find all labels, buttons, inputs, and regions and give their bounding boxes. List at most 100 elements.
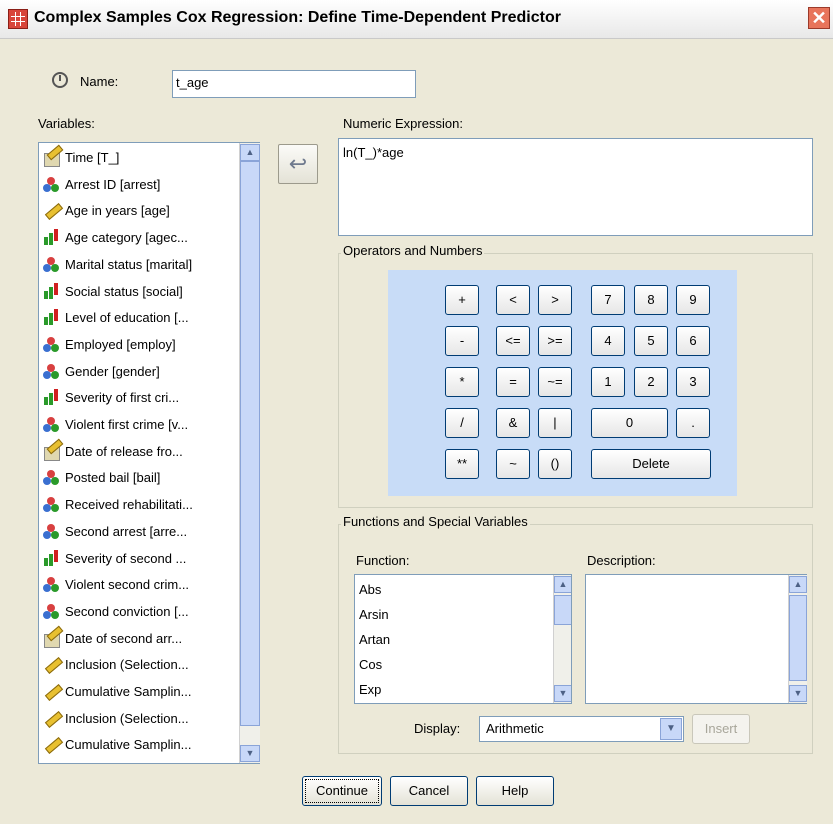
move-to-expression-button[interactable]: ↩	[278, 144, 318, 184]
scale-icon	[43, 710, 61, 726]
ordinal-icon	[43, 283, 61, 299]
variable-item[interactable]: Employed [employ]	[43, 334, 176, 356]
scroll-thumb[interactable]	[240, 161, 260, 726]
variable-item[interactable]: Social status [social]	[43, 281, 183, 303]
function-scrollbar[interactable]: ▲ ▼	[553, 575, 571, 703]
variables-scrollbar[interactable]: ▲ ▼	[239, 143, 260, 763]
help-button[interactable]: Help	[476, 776, 554, 806]
key-not-equal-button[interactable]: ~=	[538, 367, 572, 397]
variable-label: Date of second arr...	[65, 630, 183, 646]
key-0-button[interactable]: 0	[591, 408, 668, 438]
key-decimal-button[interactable]: .	[676, 408, 710, 438]
function-item[interactable]: Abs	[359, 579, 381, 601]
variable-label: Age in years [age]	[65, 203, 170, 219]
key-7-button[interactable]: 7	[591, 285, 625, 315]
key-not-button[interactable]: ~	[496, 449, 530, 479]
display-label: Display:	[414, 721, 461, 736]
variable-label: Marital status [marital]	[65, 256, 193, 272]
key-and-button[interactable]: &	[496, 408, 530, 438]
chevron-down-icon[interactable]: ▼	[660, 718, 682, 740]
display-dropdown[interactable]: Arithmetic ▼	[479, 716, 684, 742]
scroll-thumb[interactable]	[789, 595, 807, 681]
spss-table-icon	[8, 9, 28, 29]
variable-item[interactable]: Second conviction [...	[43, 601, 189, 623]
function-item[interactable]: Exp	[359, 679, 381, 701]
variable-label: Inclusion (Selection...	[65, 710, 189, 726]
nominal-icon	[43, 576, 61, 593]
scroll-down-icon[interactable]: ▼	[789, 685, 807, 702]
key-power-button[interactable]: **	[445, 449, 479, 479]
variable-label: Level of education [...	[65, 310, 189, 326]
key-plus-button[interactable]: +	[445, 285, 479, 315]
variable-item[interactable]: Violent first crime [v...	[43, 414, 188, 436]
operators-group-label: Operators and Numbers	[341, 243, 485, 258]
variable-item[interactable]: Cumulative Samplin...	[43, 734, 191, 756]
variable-item[interactable]: Posted bail [bail]	[43, 467, 160, 489]
function-list[interactable]: Abs Arsin Artan Cos Exp ▲ ▼	[354, 574, 572, 704]
key-8-button[interactable]: 8	[634, 285, 668, 315]
variable-item[interactable]: Age in years [age]	[43, 200, 170, 222]
key-divide-button[interactable]: /	[445, 408, 479, 438]
insert-button[interactable]: Insert	[692, 714, 750, 744]
key-or-button[interactable]: |	[538, 408, 572, 438]
variable-label: Second conviction [...	[65, 603, 189, 619]
variable-item[interactable]: Level of education [...	[43, 307, 189, 329]
continue-button[interactable]: Continue	[302, 776, 382, 806]
variable-label: Cumulative Samplin...	[65, 737, 192, 753]
description-scrollbar[interactable]: ▲ ▼	[788, 575, 807, 703]
scroll-up-icon[interactable]: ▲	[240, 144, 260, 161]
key-parentheses-button[interactable]: ()	[538, 449, 572, 479]
key-multiply-button[interactable]: *	[445, 367, 479, 397]
key-2-button[interactable]: 2	[634, 367, 668, 397]
close-button[interactable]: ✕	[808, 7, 830, 29]
key-greater-equal-button[interactable]: >=	[538, 326, 572, 356]
key-5-button[interactable]: 5	[634, 326, 668, 356]
variable-item[interactable]: Cumulative Samplin...	[43, 681, 191, 703]
clock-icon	[52, 72, 68, 88]
variable-item[interactable]: Severity of second ...	[43, 548, 186, 570]
scroll-up-icon[interactable]: ▲	[789, 576, 807, 593]
variable-item[interactable]: Time [T_]	[43, 147, 119, 169]
key-greater-than-button[interactable]: >	[538, 285, 572, 315]
variable-item[interactable]: Date of release fro...	[43, 441, 183, 463]
variable-label: Severity of first cri...	[65, 390, 180, 406]
variables-list[interactable]: Time [T_] Arrest ID [arrest] Age in years …	[38, 142, 260, 764]
key-less-equal-button[interactable]: <=	[496, 326, 530, 356]
variable-item[interactable]: Inclusion (Selection...	[43, 654, 189, 676]
variable-item[interactable]: Violent second crim...	[43, 574, 189, 596]
variable-item[interactable]: Marital status [marital]	[43, 254, 192, 276]
function-item[interactable]: Artan	[359, 629, 390, 651]
variable-label: Social status [social]	[65, 283, 183, 299]
variable-item[interactable]: Second arrest [arre...	[43, 521, 187, 543]
variable-item[interactable]: Inclusion (Selection...	[43, 708, 189, 730]
scroll-down-icon[interactable]: ▼	[240, 745, 260, 762]
key-1-button[interactable]: 1	[591, 367, 625, 397]
variable-item[interactable]: Severity of first cri...	[43, 387, 179, 409]
expression-textarea[interactable]: ln(T_)*age	[338, 138, 813, 236]
key-equals-button[interactable]: =	[496, 367, 530, 397]
description-label: Description:	[587, 553, 656, 568]
key-delete-button[interactable]: Delete	[591, 449, 711, 479]
nominal-icon	[43, 416, 61, 432]
scroll-down-icon[interactable]: ▼	[554, 685, 571, 702]
cancel-button[interactable]: Cancel	[390, 776, 468, 806]
variable-item[interactable]: Arrest ID [arrest]	[43, 174, 160, 196]
key-minus-button[interactable]: -	[445, 326, 479, 356]
variable-item[interactable]: Received rehabilitati...	[43, 494, 193, 516]
variable-item[interactable]: Age category [agec...	[43, 227, 188, 249]
nominal-icon	[43, 176, 61, 192]
variable-item[interactable]: Date of second arr...	[43, 628, 182, 650]
variable-item[interactable]: Gender [gender]	[43, 361, 160, 383]
key-less-than-button[interactable]: <	[496, 285, 530, 315]
scale-date-icon	[43, 149, 61, 167]
function-item[interactable]: Arsin	[359, 604, 389, 626]
scroll-thumb[interactable]	[554, 595, 571, 625]
key-9-button[interactable]: 9	[676, 285, 710, 315]
name-input[interactable]: t_age	[172, 70, 416, 98]
key-6-button[interactable]: 6	[676, 326, 710, 356]
key-4-button[interactable]: 4	[591, 326, 625, 356]
scroll-up-icon[interactable]: ▲	[554, 576, 571, 593]
variable-label: Arrest ID [arrest]	[65, 176, 161, 192]
function-item[interactable]: Cos	[359, 654, 382, 676]
key-3-button[interactable]: 3	[676, 367, 710, 397]
